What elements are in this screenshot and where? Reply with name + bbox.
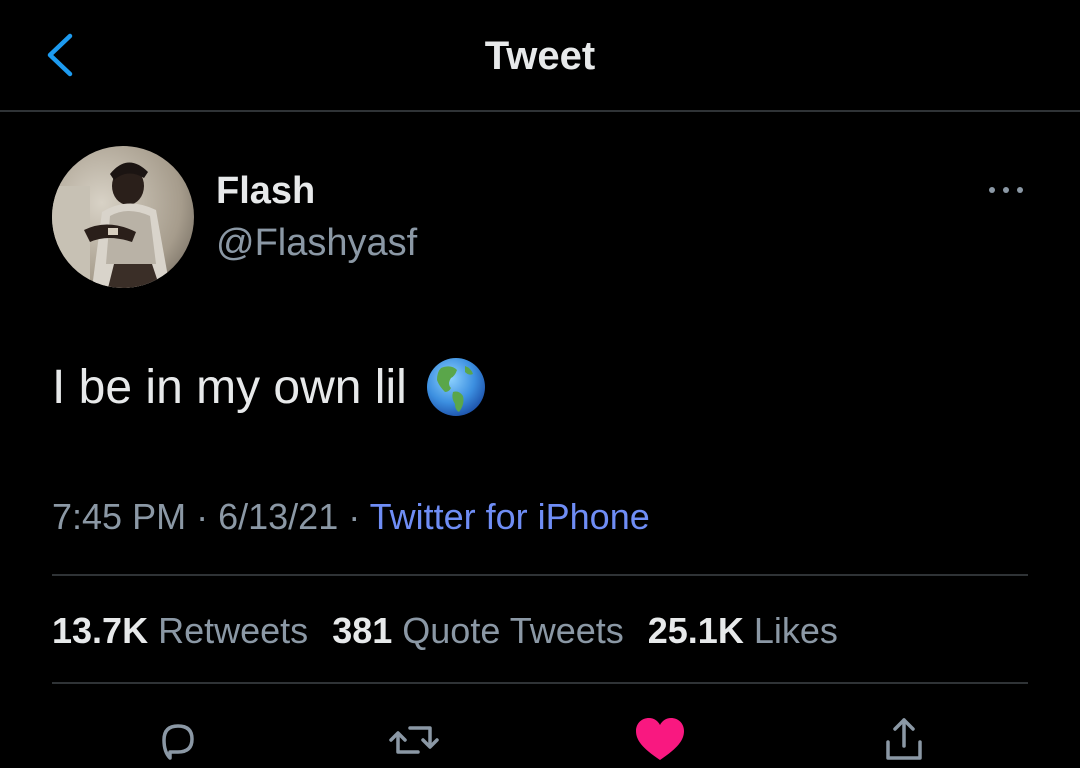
more-horizontal-icon (989, 187, 1023, 193)
retweets-label: Retweets (158, 610, 309, 651)
avatar[interactable] (52, 146, 194, 288)
quote-tweets-count: 381 (332, 610, 393, 651)
like-button[interactable] (632, 712, 688, 768)
heart-filled-icon (636, 718, 684, 760)
likes-label: Likes (753, 610, 838, 651)
author-name[interactable]: Flash (216, 170, 315, 213)
share-icon (886, 718, 922, 760)
meta-separator: · (348, 496, 361, 537)
likes-stat[interactable]: 25.1K Likes (648, 610, 838, 651)
page-title: Tweet (484, 34, 596, 78)
globe-americas-emoji (425, 356, 487, 418)
divider (52, 574, 1028, 576)
divider (52, 682, 1028, 684)
reply-bubble-icon (162, 724, 194, 760)
avatar-photo (52, 146, 194, 288)
tweet-text: I be in my own lil (52, 360, 407, 414)
author-handle[interactable]: @Flashyasf (216, 222, 417, 265)
likes-count: 25.1K (647, 610, 744, 651)
tweet-body: I be in my own lil (52, 356, 487, 418)
top-bar: Tweet (0, 0, 1080, 112)
retweet-button[interactable] (386, 712, 442, 768)
quote-tweets-stat[interactable]: 381 Quote Tweets (332, 610, 624, 651)
tweet-time: 7:45 PM (52, 496, 187, 537)
tweet-source-link[interactable]: Twitter for iPhone (370, 496, 650, 537)
quote-tweets-label: Quote Tweets (402, 610, 624, 651)
meta-separator: · (196, 496, 209, 537)
tweet-stats: 13.7K Retweets 381 Quote Tweets 25.1K Li… (52, 610, 852, 652)
retweet-icon (389, 726, 439, 754)
share-button[interactable] (876, 712, 932, 768)
tweet-meta: 7:45 PM · 6/13/21 · Twitter for iPhone (52, 496, 650, 538)
retweets-count: 13.7K (52, 610, 149, 651)
more-options-button[interactable] (984, 178, 1028, 202)
retweets-stat[interactable]: 13.7K Retweets (52, 610, 308, 651)
reply-button[interactable] (150, 712, 206, 768)
tweet-date: 6/13/21 (218, 496, 339, 537)
